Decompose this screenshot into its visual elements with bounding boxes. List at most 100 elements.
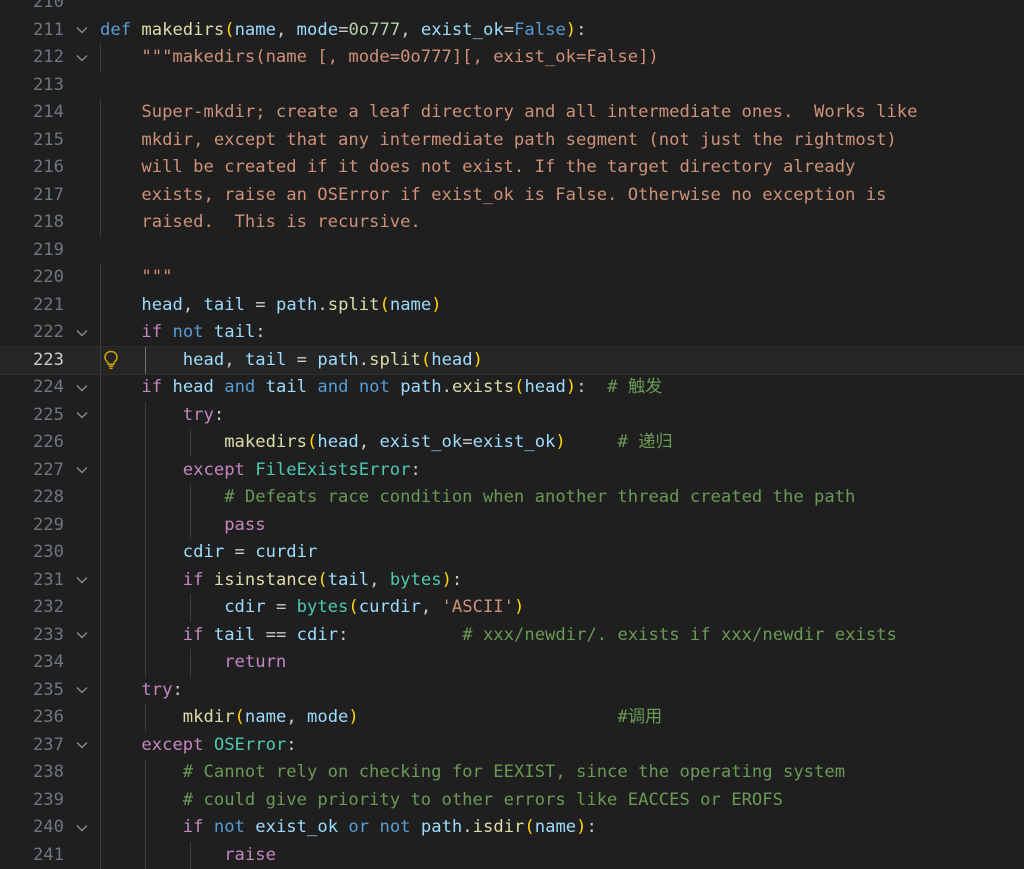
code-line[interactable]: 234 return — [0, 649, 1024, 677]
code-line[interactable]: 225 try: — [0, 401, 1024, 430]
code-line[interactable]: 224 if head and tail and not path.exists… — [0, 374, 1024, 402]
code-line[interactable]: 222 if not tail: — [0, 319, 1024, 347]
code-line[interactable]: 210 — [0, 0, 1024, 17]
line-number: 218 — [32, 212, 64, 232]
code-line[interactable]: 212 """makedirs(name [, mode=0o777][, ex… — [0, 44, 1024, 72]
code-text: try: — [182, 404, 225, 425]
chevron-down-icon[interactable] — [74, 677, 90, 705]
code-text: mkdir, except that any intermediate path… — [100, 129, 897, 150]
code-text: def makedirs(name, mode=0o777, exist_ok=… — [100, 19, 587, 40]
line-number: 234 — [32, 652, 64, 672]
code-line[interactable]: 235 try: — [0, 676, 1024, 705]
code-line[interactable]: 213 — [0, 72, 1024, 100]
code-line[interactable]: 236 mkdir(name, mode) #调用 — [0, 704, 1024, 732]
code-line[interactable]: 211 def makedirs(name, mode=0o777, exist_… — [0, 17, 1024, 45]
code-line[interactable]: 227 except FileExistsError: — [0, 456, 1024, 485]
code-text: cdir = bytes(curdir, 'ASCII') — [224, 597, 525, 617]
code-text: if head and tail and not path.exists(hea… — [141, 377, 663, 397]
code-text: pass — [224, 514, 266, 535]
lightbulb-icon[interactable] — [101, 347, 121, 375]
code-line[interactable]: 218 raised. This is recursive. — [0, 209, 1024, 237]
line-number: 226 — [32, 432, 64, 452]
line-number: 238 — [32, 762, 64, 782]
chevron-down-icon[interactable] — [74, 402, 90, 430]
chevron-down-icon[interactable] — [74, 567, 90, 595]
line-number: 216 — [32, 157, 64, 177]
line-number: 239 — [32, 789, 64, 810]
line-number: 240 — [32, 817, 64, 837]
line-number: 230 — [32, 542, 64, 562]
line-number: 237 — [32, 734, 64, 755]
code-text: try: — [141, 679, 183, 700]
line-number: 212 — [32, 47, 64, 67]
code-line[interactable]: 237 except OSError: — [0, 731, 1024, 760]
code-text: will be created if it does not exist. If… — [100, 157, 856, 177]
chevron-down-icon[interactable] — [74, 814, 90, 842]
line-number: 229 — [32, 514, 64, 535]
chevron-down-icon[interactable] — [74, 319, 90, 347]
code-line[interactable]: 232 cdir = bytes(curdir, 'ASCII') — [0, 594, 1024, 622]
code-text: """ — [100, 267, 173, 287]
line-number: 223 — [32, 349, 64, 370]
code-line[interactable]: 230 cdir = curdir — [0, 539, 1024, 567]
code-text: Super-mkdir; create a leaf directory and… — [100, 102, 918, 122]
code-line[interactable]: 219 — [0, 237, 1024, 265]
code-line[interactable]: 231 if isinstance(tail, bytes): — [0, 566, 1024, 595]
code-line[interactable]: 223 head, tail = path.split(head) — [0, 345, 1024, 375]
code-line[interactable]: 226 makedirs(head, exist_ok=exist_ok) # … — [0, 429, 1024, 457]
line-number: 231 — [32, 569, 64, 590]
code-text: mkdir(name, mode) #调用 — [182, 707, 663, 727]
code-text: if not tail: — [141, 322, 266, 342]
code-text: """makedirs(name [, mode=0o777][, exist_… — [100, 47, 659, 67]
code-line[interactable]: 215 mkdir, except that any intermediate … — [0, 126, 1024, 154]
code-line[interactable]: 217 exists, raise an OSError if exist_ok… — [0, 181, 1024, 209]
line-number: 217 — [32, 184, 64, 205]
line-number: 227 — [32, 459, 64, 480]
code-text: # could give priority to other errors li… — [182, 789, 783, 810]
code-line[interactable]: 214 Super-mkdir; create a leaf directory… — [0, 99, 1024, 127]
code-line[interactable]: 216 will be created if it does not exist… — [0, 154, 1024, 182]
code-text: raised. This is recursive. — [100, 212, 421, 232]
code-line[interactable]: 221 head, tail = path.split(name) — [0, 291, 1024, 319]
line-number: 241 — [32, 844, 64, 865]
code-line[interactable]: 220 """ — [0, 264, 1024, 292]
code-line[interactable]: 233 if tail == cdir: # xxx/newdir/. exis… — [0, 621, 1024, 650]
code-text: head, tail = path.split(name) — [141, 294, 442, 315]
line-number: 221 — [32, 294, 64, 315]
code-text: if not exist_ok or not path.isdir(name): — [182, 817, 597, 837]
line-number: 211 — [32, 19, 64, 40]
code-editor[interactable]: 210 211 def makedirs(name, mode=0o777, exi… — [0, 0, 1024, 869]
line-number: 214 — [32, 102, 64, 122]
code-line[interactable]: 239 # could give priority to other error… — [0, 786, 1024, 814]
code-text: if isinstance(tail, bytes): — [182, 569, 463, 590]
code-text: cdir = curdir — [182, 542, 318, 562]
code-text: raise — [224, 844, 276, 865]
chevron-down-icon[interactable] — [74, 457, 90, 485]
line-number: 224 — [32, 377, 64, 397]
line-number: 232 — [32, 597, 64, 617]
code-line[interactable]: 238 # Cannot rely on checking for EEXIST… — [0, 759, 1024, 787]
code-line[interactable]: 240 if not exist_ok or not path.isdir(na… — [0, 814, 1024, 842]
code-text: return — [224, 652, 287, 672]
code-text: except FileExistsError: — [182, 459, 421, 480]
chevron-down-icon[interactable] — [74, 622, 90, 650]
line-number: 235 — [32, 679, 64, 700]
chevron-down-icon[interactable] — [74, 732, 90, 760]
line-number: 236 — [32, 707, 64, 727]
code-text: head, tail = path.split(head) — [182, 349, 483, 370]
chevron-down-icon[interactable] — [74, 44, 90, 72]
line-number: 219 — [32, 239, 64, 260]
line-number: 225 — [32, 404, 64, 425]
code-text: if tail == cdir: # xxx/newdir/. exists i… — [182, 624, 897, 645]
code-text: except OSError: — [141, 734, 297, 755]
code-line[interactable]: 228 # Defeats race condition when anothe… — [0, 484, 1024, 512]
line-number: 210 — [32, 0, 64, 12]
line-number: 213 — [32, 74, 64, 95]
line-number: 222 — [32, 322, 64, 342]
line-number: 215 — [32, 129, 64, 150]
code-text: makedirs(head, exist_ok=exist_ok) # 递归 — [224, 432, 673, 452]
chevron-down-icon[interactable] — [74, 17, 90, 45]
code-line[interactable]: 241 raise — [0, 841, 1024, 869]
code-line[interactable]: 229 pass — [0, 511, 1024, 539]
chevron-down-icon[interactable] — [74, 374, 90, 402]
